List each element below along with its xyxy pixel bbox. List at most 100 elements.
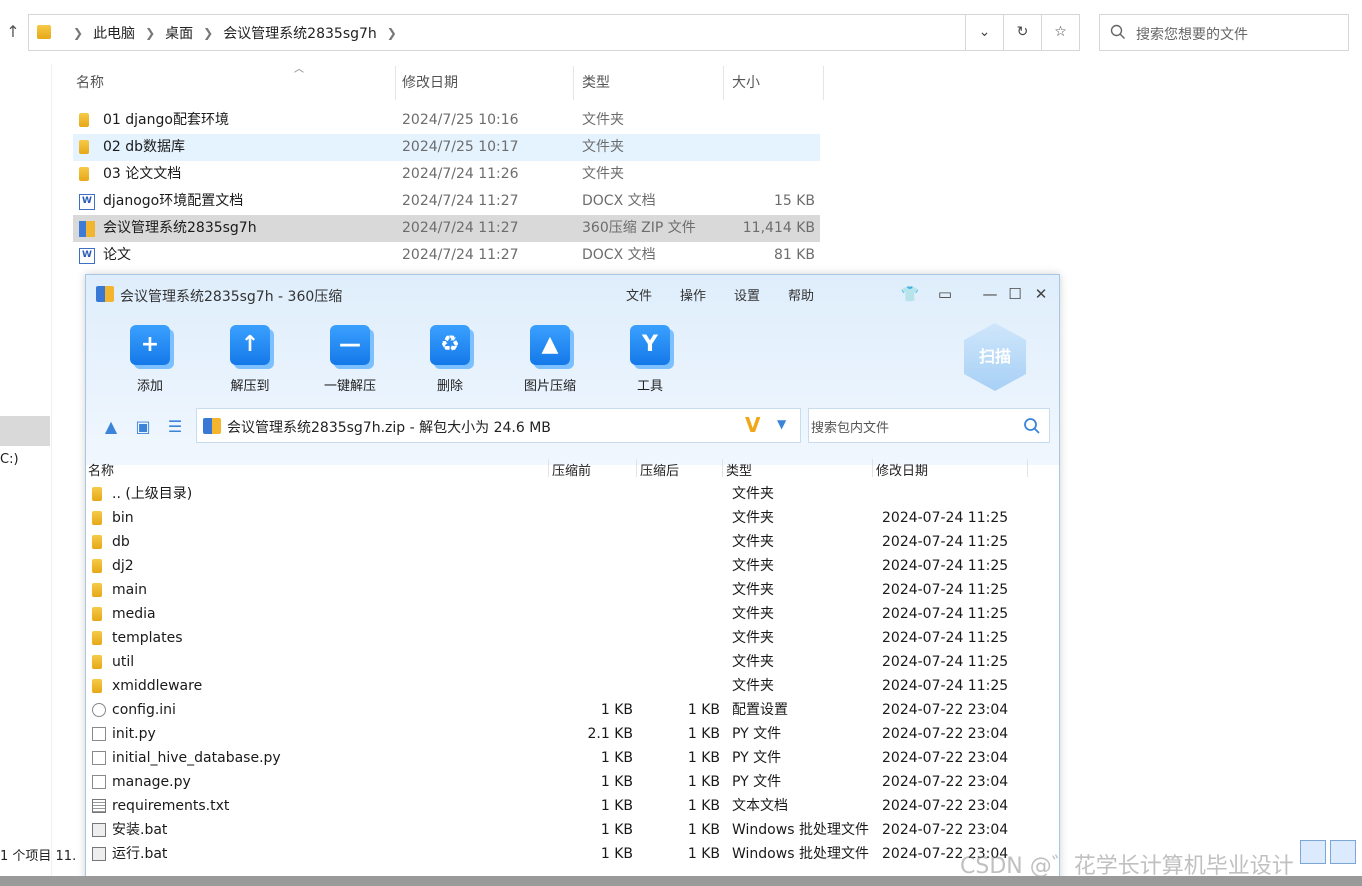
zip-entry-row[interactable]: main 文件夹 2024-07-24 11:25 [86, 578, 1059, 602]
tool-add-button[interactable]: + 添加 [110, 325, 190, 394]
explorer-search-input[interactable]: 搜索您想要的文件 [1099, 14, 1349, 51]
breadcrumb-this-pc[interactable]: 此电脑 [93, 23, 135, 43]
zip-col-after[interactable]: 压缩后 [640, 460, 679, 479]
file-row[interactable]: W 论文 2024/7/24 11:27 DOCX 文档 81 KB [73, 242, 820, 269]
chevron-down-icon[interactable]: ▼ [777, 417, 786, 431]
menu-settings[interactable]: 设置 [734, 285, 760, 304]
zip-entry-row[interactable]: 运行.bat 1 KB 1 KB Windows 批处理文件 2024-07-22 23… [86, 842, 1059, 866]
zip-column-headers: 名称 压缩前 压缩后 类型 修改日期 [86, 457, 1059, 479]
zip-entry-row[interactable]: dj2 文件夹 2024-07-24 11:25 [86, 554, 1059, 578]
tiles-view-icon[interactable] [1330, 840, 1356, 864]
zip-search-input[interactable]: 搜索包内文件 [808, 408, 1050, 443]
tool-tools-button[interactable]: Y 工具 [610, 325, 690, 394]
chevron-down-icon[interactable]: ⌄ [965, 15, 1003, 50]
tool-extract-to-button[interactable]: ↑ 解压到 [210, 325, 290, 394]
up-level-icon[interactable]: ▲ [100, 417, 122, 437]
details-view-icon[interactable] [1300, 840, 1326, 864]
feedback-icon[interactable]: ▭ [932, 283, 958, 305]
zip-col-date[interactable]: 修改日期 [876, 460, 928, 479]
zip-path-field[interactable]: 会议管理系统2835sg7h.zip - 解包大小为 24.6 MB V ▼ [196, 408, 801, 443]
maximize-icon[interactable]: ☐ [1002, 283, 1028, 305]
refresh-icon[interactable]: ↻ [1003, 15, 1041, 50]
breadcrumb-desktop[interactable]: 桌面 [165, 23, 193, 43]
file-row[interactable]: W djanogo环境配置文档 2024/7/24 11:27 DOCX 文档 … [73, 188, 820, 215]
taskbar-edge [0, 876, 1362, 886]
zip-entry-row[interactable]: init.py 2.1 KB 1 KB PY 文件 2024-07-22 23:04 [86, 722, 1059, 746]
menu-file[interactable]: 文件 [626, 285, 652, 304]
batch-file-icon [92, 823, 106, 837]
zip-entry-row[interactable]: media 文件夹 2024-07-24 11:25 [86, 602, 1059, 626]
close-icon[interactable]: ✕ [1028, 283, 1054, 305]
zip-entry-row[interactable]: util 文件夹 2024-07-24 11:25 [86, 650, 1059, 674]
search-placeholder: 搜索您想要的文件 [1136, 27, 1248, 43]
v-logo-icon[interactable]: V [745, 413, 760, 437]
entry-type: PY 文件 [732, 774, 782, 790]
zip-entry-row[interactable]: templates 文件夹 2024-07-24 11:25 [86, 626, 1059, 650]
entry-type: 文件夹 [732, 534, 774, 550]
zip-col-name[interactable]: 名称 [88, 460, 114, 479]
file-row-selected[interactable]: 会议管理系统2835sg7h 2024/7/24 11:27 360压缩 ZIP… [73, 215, 820, 242]
column-divider [872, 459, 873, 477]
tools-icon: Y [630, 325, 670, 365]
entry-size-before: 1 KB [600, 822, 633, 838]
entry-name: .. (上级目录) [112, 486, 193, 502]
breadcrumb: ❯ 此电脑 ❯ 桌面 ❯ 会议管理系统2835sg7h ❯ [63, 15, 407, 50]
tool-image-compress-button[interactable]: ▲ 图片压缩 [510, 325, 590, 394]
search-icon[interactable] [1023, 417, 1041, 435]
zip-entry-row[interactable]: xmiddleware 文件夹 2024-07-24 11:25 [86, 674, 1059, 698]
favorite-star-icon[interactable]: ☆ [1041, 15, 1079, 50]
zip-entry-row[interactable]: .. (上级目录) 文件夹 [86, 482, 1059, 506]
word-doc-icon: W [79, 248, 95, 264]
file-row[interactable]: 01 django配套环境 2024/7/25 10:16 文件夹 [73, 107, 820, 134]
column-header-name[interactable]: 名称 [68, 66, 396, 100]
entry-type: Windows 批处理文件 [732, 846, 869, 862]
entry-size-before: 1 KB [600, 798, 633, 814]
entry-name: xmiddleware [112, 678, 203, 694]
column-header-size[interactable]: 大小 [724, 66, 824, 100]
zip-entry-row[interactable]: config.ini 1 KB 1 KB 配置设置 2024-07-22 23:04 [86, 698, 1059, 722]
column-divider [636, 459, 637, 477]
zip-entry-row[interactable]: 安装.bat 1 KB 1 KB Windows 批处理文件 2024-07-22 23… [86, 818, 1059, 842]
nav-selected-item[interactable] [0, 416, 50, 446]
breadcrumb-current-folder[interactable]: 会议管理系统2835sg7h [223, 23, 377, 43]
entry-date: 2024-07-22 23:04 [882, 822, 1009, 838]
file-row[interactable]: 03 论文文档 2024/7/24 11:26 文件夹 [73, 161, 820, 188]
search-icon [1110, 24, 1125, 39]
zip-toolbar-area: 会议管理系统2835sg7h - 360压缩 文件 操作 设置 帮助 👕 ▭ —… [86, 275, 1059, 465]
file-icon [92, 727, 106, 741]
zip-col-type[interactable]: 类型 [726, 460, 752, 479]
thumbnail-view-icon[interactable]: ▣ [132, 417, 154, 437]
zip-col-before[interactable]: 压缩前 [552, 460, 591, 479]
file-row[interactable]: 02 db数据库 2024/7/25 10:17 文件夹 [73, 134, 820, 161]
file-type: 文件夹 [582, 166, 624, 182]
list-view-icon[interactable]: ☰ [164, 417, 186, 437]
entry-size-after: 1 KB [687, 846, 720, 862]
file-size: 15 KB [773, 193, 815, 209]
zip-entry-row[interactable]: initial_hive_database.py 1 KB 1 KB PY 文件 202… [86, 746, 1059, 770]
minimize-icon[interactable]: — [977, 283, 1003, 305]
column-header-date[interactable]: 修改日期 [394, 66, 574, 100]
zip-entry-row[interactable]: manage.py 1 KB 1 KB PY 文件 2024-07-22 23:04 [86, 770, 1059, 794]
tool-delete-button[interactable]: ♻ 删除 [410, 325, 490, 394]
nav-drive-label[interactable]: C:) [0, 452, 19, 467]
file-icon [92, 775, 106, 789]
folder-icon [92, 679, 102, 693]
skin-shirt-icon[interactable]: 👕 [897, 283, 923, 305]
menu-help[interactable]: 帮助 [788, 285, 814, 304]
zip-archive-window: 会议管理系统2835sg7h - 360压缩 文件 操作 设置 帮助 👕 ▭ —… [85, 274, 1060, 886]
menu-operation[interactable]: 操作 [680, 285, 706, 304]
scan-button[interactable]: 扫描 [964, 323, 1026, 391]
folder-icon [79, 113, 89, 127]
zip-entry-row[interactable]: db 文件夹 2024-07-24 11:25 [86, 530, 1059, 554]
column-header-type[interactable]: 类型 [574, 66, 724, 100]
entry-date: 2024-07-22 23:04 [882, 798, 1009, 814]
tool-label: 解压到 [230, 379, 270, 394]
zip-entry-row[interactable]: requirements.txt 1 KB 1 KB 文本文档 2024-07-22 2… [86, 794, 1059, 818]
file-date: 2024/7/24 11:27 [402, 247, 519, 263]
zip-entry-row[interactable]: bin 文件夹 2024-07-24 11:25 [86, 506, 1059, 530]
address-bar[interactable]: ❯ 此电脑 ❯ 桌面 ❯ 会议管理系统2835sg7h ❯ ⌄ ↻ ☆ [28, 14, 1080, 51]
tool-quick-extract-button[interactable]: — 一键解压 [310, 325, 390, 394]
entry-size-after: 1 KB [687, 726, 720, 742]
entry-name: main [112, 582, 147, 598]
up-arrow-icon[interactable]: ↑ [2, 20, 24, 44]
